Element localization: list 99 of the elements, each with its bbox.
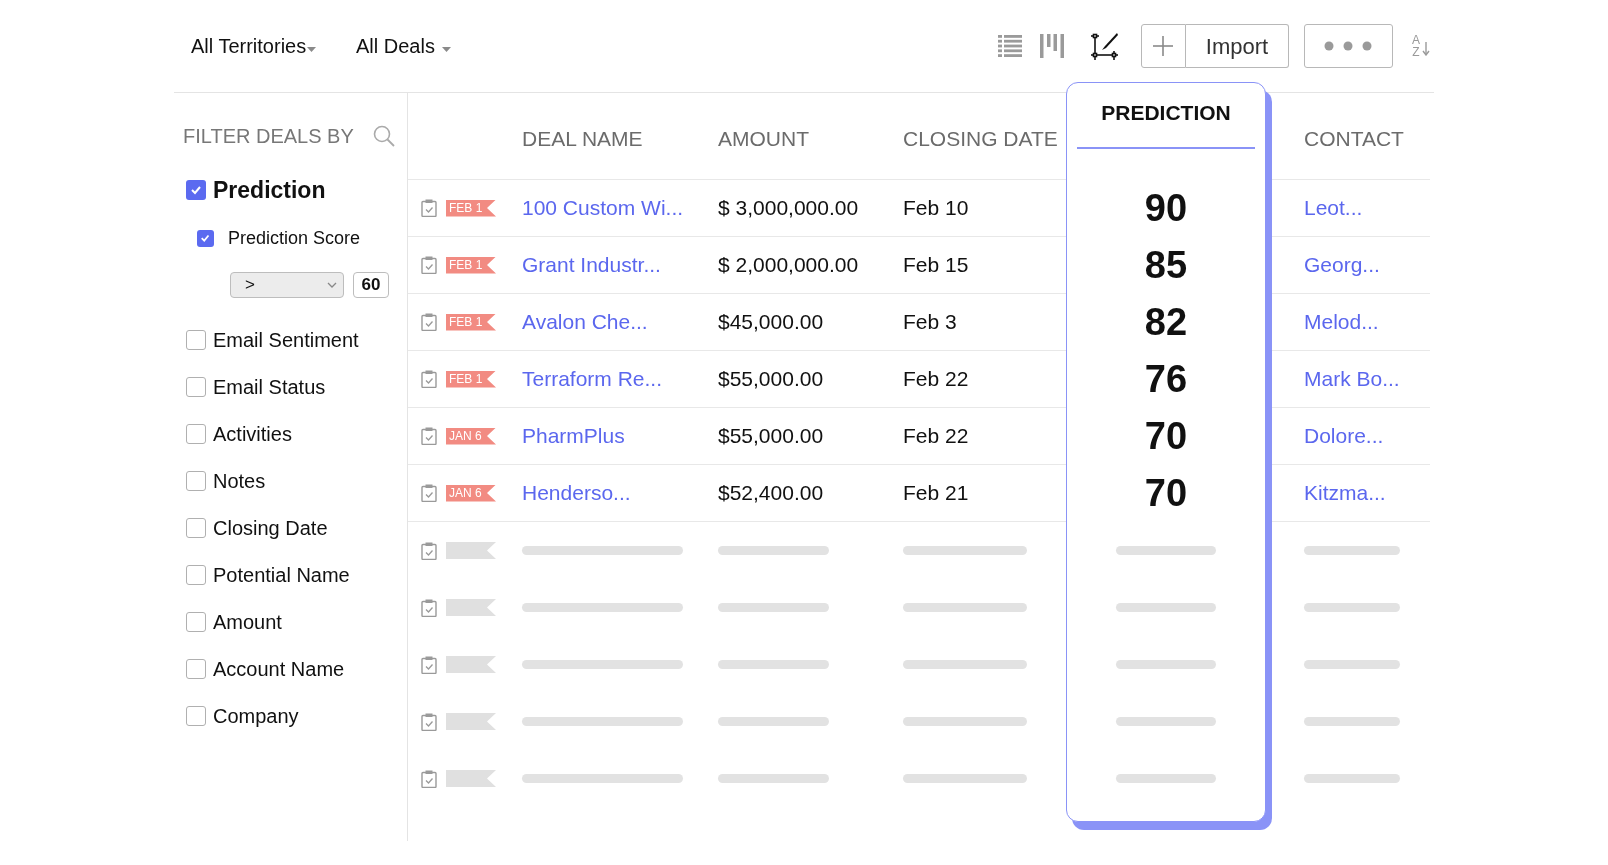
table-cell-text: Feb 22 xyxy=(903,423,969,449)
table-link[interactable]: 100 Custom Wi... xyxy=(522,194,684,222)
table-link[interactable]: Terraform Re... xyxy=(522,365,663,393)
view-dropdown[interactable]: All Deals xyxy=(356,33,451,59)
placeholder-tag xyxy=(446,542,496,559)
table-cell-text: $52,400.00 xyxy=(718,480,824,506)
date-tag: JAN 6 xyxy=(446,427,496,445)
placeholder-tag xyxy=(446,770,496,787)
filter-label: Closing Date xyxy=(213,515,328,541)
table-cell-text: $ 3,000,000.00 xyxy=(718,195,859,221)
filter-label: Activities xyxy=(213,421,292,447)
table-cell-text: $45,000.00 xyxy=(718,309,824,335)
date-tag: FEB 1 xyxy=(446,256,496,274)
clipboard-check-icon[interactable] xyxy=(421,256,437,274)
filter-label: Potential Name xyxy=(213,562,350,588)
plus-icon xyxy=(1152,35,1175,57)
table-link[interactable]: PharmPlus xyxy=(522,422,625,450)
clipboard-check-icon[interactable] xyxy=(421,598,437,617)
checkbox[interactable] xyxy=(186,180,206,200)
checkbox[interactable] xyxy=(186,658,206,679)
score-cell: 76 xyxy=(1144,357,1188,401)
column-header: AMOUNT xyxy=(718,125,809,152)
more-button[interactable] xyxy=(1304,24,1393,68)
table-link[interactable]: Grant Industr... xyxy=(522,251,661,279)
kanban-view-icon[interactable] xyxy=(1040,34,1064,58)
chevron-down-icon xyxy=(327,282,337,288)
clipboard-check-icon[interactable] xyxy=(421,712,437,731)
checkbox[interactable] xyxy=(186,611,206,632)
caret-down-icon xyxy=(307,47,317,52)
dots-icon xyxy=(1324,41,1373,51)
checkbox[interactable] xyxy=(197,229,214,247)
clipboard-check-icon[interactable] xyxy=(421,199,437,217)
filter-label: Prediction xyxy=(213,176,326,205)
operator-select[interactable]: > xyxy=(230,272,344,298)
date-tag: FEB 1 xyxy=(446,313,496,331)
filter-label: Email Status xyxy=(213,374,326,400)
table-cell-text: $55,000.00 xyxy=(718,366,824,392)
checkbox[interactable] xyxy=(186,329,206,350)
column-header: CLOSING DATE xyxy=(903,125,1058,152)
checkbox[interactable] xyxy=(186,470,206,491)
clipboard-check-icon[interactable] xyxy=(421,427,437,445)
score-cell: 85 xyxy=(1144,243,1188,287)
search-icon[interactable] xyxy=(373,125,395,147)
column-header: CONTACT xyxy=(1304,125,1404,152)
check-icon xyxy=(200,232,211,244)
date-tag: FEB 1 xyxy=(446,370,496,388)
score-cell: 82 xyxy=(1144,300,1188,344)
table-cell-text: Feb 22 xyxy=(903,366,969,392)
check-icon xyxy=(190,184,202,196)
date-tag: FEB 1 xyxy=(446,199,496,217)
date-tag: JAN 6 xyxy=(446,484,496,502)
filter-label: Prediction Score xyxy=(228,227,361,250)
territory-dropdown[interactable]: All Territories xyxy=(191,33,356,59)
arrow-down-icon xyxy=(1422,42,1430,56)
table-cell-text: $ 2,000,000.00 xyxy=(718,252,859,278)
table-cell-text: Feb 21 xyxy=(903,480,969,506)
table-cell-text: Feb 3 xyxy=(903,309,957,335)
checkbox[interactable] xyxy=(186,564,206,585)
table-link[interactable]: Dolore... xyxy=(1304,422,1384,450)
placeholder-tag xyxy=(446,656,496,673)
table-link[interactable]: Avalon Che... xyxy=(522,308,648,336)
clipboard-check-icon[interactable] xyxy=(421,370,437,388)
placeholder-tag xyxy=(446,713,496,730)
checkbox[interactable] xyxy=(186,376,206,397)
import-button[interactable]: Import xyxy=(1186,24,1289,68)
list-view-icon[interactable] xyxy=(998,35,1022,57)
clipboard-check-icon[interactable] xyxy=(421,541,437,560)
table-link[interactable]: Mark Bo... xyxy=(1304,365,1400,393)
checkbox[interactable] xyxy=(186,705,206,726)
table-link[interactable]: Leot... xyxy=(1304,194,1363,222)
score-cell: 70 xyxy=(1144,414,1188,458)
checkbox[interactable] xyxy=(186,517,206,538)
clipboard-check-icon[interactable] xyxy=(421,313,437,331)
clipboard-check-icon[interactable] xyxy=(421,655,437,674)
table-cell-text: Feb 10 xyxy=(903,195,969,221)
filter-label: Amount xyxy=(213,609,282,635)
filter-label: Notes xyxy=(213,468,266,494)
filter-label: Account Name xyxy=(213,656,345,682)
placeholder-tag xyxy=(446,599,496,616)
table-cell-text: $55,000.00 xyxy=(718,423,824,449)
score-cell: 90 xyxy=(1144,186,1188,230)
filter-title: FILTER DEALS BY xyxy=(183,124,354,149)
value-field[interactable]: 60 xyxy=(353,272,389,298)
table-link[interactable]: Henderso... xyxy=(522,479,631,507)
clipboard-check-icon[interactable] xyxy=(421,484,437,502)
column-header: PREDICTION xyxy=(1101,100,1231,126)
filter-label: Email Sentiment xyxy=(213,327,359,353)
checkbox[interactable] xyxy=(186,423,206,444)
table-link[interactable]: Georg... xyxy=(1304,251,1380,279)
column-header: DEAL NAME xyxy=(522,125,643,152)
sort-button[interactable]: A Z xyxy=(1412,34,1430,58)
clipboard-check-icon[interactable] xyxy=(421,769,437,788)
table-link[interactable]: Melod... xyxy=(1304,308,1379,336)
filter-label: Company xyxy=(213,703,299,729)
caret-down-icon xyxy=(441,47,451,52)
score-cell: 70 xyxy=(1144,471,1188,515)
add-button[interactable] xyxy=(1141,24,1186,68)
table-link[interactable]: Kitzma... xyxy=(1304,479,1386,507)
table-cell-text: Feb 15 xyxy=(903,252,969,278)
